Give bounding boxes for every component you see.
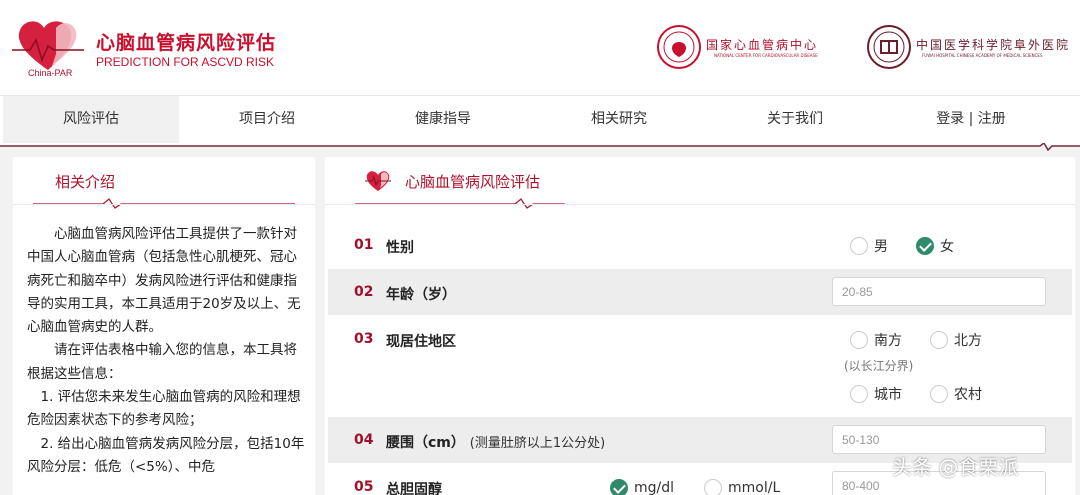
intro-paragraph-3: 1. 评估您未来发生心脑血管病的风险和理想危险因素状态下的参考风险；	[27, 389, 301, 429]
main-nav: 风险评估 项目介绍 健康指导 相关研究 关于我们 登录 | 注册	[0, 95, 1080, 145]
radio-circle[interactable]	[850, 385, 868, 403]
nav-item-project-intro[interactable]: 项目介绍	[179, 96, 355, 143]
radio-north[interactable]: 北方	[930, 330, 982, 350]
radio-label: 南方	[874, 333, 902, 349]
heart-icon	[365, 171, 391, 191]
partner-ncc-english: NATIONAL CENTER FOR CARDIOVASCULAR DISEA…	[714, 53, 818, 58]
row-label-age: 年龄（岁）	[386, 287, 456, 303]
site-title: 心脑血管病风险评估	[96, 32, 277, 54]
site-header: China-PAR 心脑血管病风险评估 PREDICTION FOR ASCVD…	[0, 0, 1080, 95]
radio-unit-mgdl[interactable]: mg/dl	[610, 478, 674, 495]
row-label-sex: 性别	[386, 240, 414, 256]
radio-south[interactable]: 南方	[850, 330, 902, 350]
fuwai-seal-icon	[867, 25, 911, 69]
form-divider	[325, 204, 1075, 205]
radio-label: 男	[874, 239, 888, 255]
intro-panel: 相关介绍 心脑血管病风险评估工具提供了一款针对中国人心脑血管病（包括急性心肌梗死…	[13, 157, 315, 495]
radio-checked-icon[interactable]	[610, 479, 628, 495]
partner-fuwai-name: 中国医学科学院阜外医院	[916, 38, 1071, 52]
intro-title: 相关介绍	[55, 173, 116, 191]
row-number: 04	[354, 432, 374, 448]
radio-male[interactable]: 男	[850, 236, 888, 256]
radio-label: mmol/L	[728, 480, 781, 495]
nav-item-related-research[interactable]: 相关研究	[531, 96, 707, 143]
radio-city[interactable]: 城市	[850, 384, 902, 404]
nav-item-risk-assessment[interactable]: 风险评估	[3, 96, 179, 143]
nav-item-health-guidance[interactable]: 健康指导	[355, 96, 531, 143]
form-row-region: 03 现居住地区 南方 北方 (以长江分界) 城市 农村	[328, 317, 1072, 415]
assessment-form-panel: 心脑血管病风险评估 01 性别 男 女 02 年龄（岁） 03 现居住地区 南方…	[325, 157, 1075, 495]
form-row-sex: 01 性别 男 女	[328, 223, 1072, 267]
age-input[interactable]	[832, 277, 1046, 306]
watermark: 头条 @食栗派	[892, 455, 1019, 479]
radio-circle[interactable]	[930, 385, 948, 403]
nav-heartbeat-line	[0, 143, 1080, 151]
radio-label: mg/dl	[634, 480, 675, 495]
radio-female[interactable]: 女	[916, 236, 954, 256]
row-number: 01	[354, 237, 374, 253]
row-label-cholesterol: 总胆固醇	[386, 482, 442, 495]
region-hint: (以长江分界)	[844, 359, 914, 373]
row-label-region: 现居住地区	[386, 334, 456, 350]
radio-label: 农村	[954, 387, 982, 403]
heartbeat-divider-icon	[355, 198, 565, 209]
radio-label: 北方	[954, 333, 982, 349]
heartbeat-divider-icon	[33, 198, 295, 209]
radio-rural[interactable]: 农村	[930, 384, 982, 404]
partner-fuwai-english: FUWAI HOSPITAL CHINESE ACADEMY OF MEDICA…	[922, 53, 1043, 58]
radio-circle[interactable]	[850, 331, 868, 349]
row-number: 03	[354, 331, 374, 347]
waist-note: (测量肚脐以上1公分处)	[469, 436, 606, 451]
radio-circle[interactable]	[850, 237, 868, 255]
intro-body: 心脑血管病风险评估工具提供了一款针对中国人心脑血管病（包括急性心肌梗死、冠心病死…	[27, 223, 309, 479]
nav-item-login-register[interactable]: 登录 | 注册	[883, 96, 1059, 143]
intro-paragraph-4: 2. 给出心脑血管病发病风险分层，包括10年风险分层：低危（<5%）、中危	[27, 435, 305, 475]
partner-ncc-name: 国家心血管病中心	[706, 38, 819, 52]
waist-input[interactable]	[832, 425, 1046, 454]
radio-checked-icon[interactable]	[916, 237, 934, 255]
row-label-waist: 腰围（cm） (测量肚脐以上1公分处)	[386, 432, 605, 452]
intro-divider	[13, 204, 315, 205]
intro-paragraph-1: 心脑血管病风险评估工具提供了一款针对中国人心脑血管病（包括急性心肌梗死、冠心病死…	[27, 226, 301, 336]
intro-paragraph-2: 请在评估表格中输入您的信息，本工具将根据这些信息：	[27, 342, 297, 382]
radio-label: 城市	[874, 387, 902, 403]
radio-circle[interactable]	[704, 479, 722, 495]
site-subtitle: PREDICTION FOR ASCVD RISK	[96, 55, 275, 69]
radio-unit-mmol[interactable]: mmol/L	[704, 478, 780, 495]
radio-circle[interactable]	[930, 331, 948, 349]
form-title: 心脑血管病风险评估	[405, 173, 541, 191]
radio-label: 女	[940, 239, 954, 255]
row-number: 05	[354, 479, 374, 495]
ncc-seal-icon	[657, 25, 701, 69]
nav-item-about-us[interactable]: 关于我们	[707, 96, 883, 143]
logo-caption: China-PAR	[28, 68, 73, 78]
waist-label-text: 腰围（cm）	[386, 435, 465, 451]
row-number: 02	[354, 284, 374, 300]
form-row-age: 02 年龄（岁）	[328, 269, 1072, 315]
